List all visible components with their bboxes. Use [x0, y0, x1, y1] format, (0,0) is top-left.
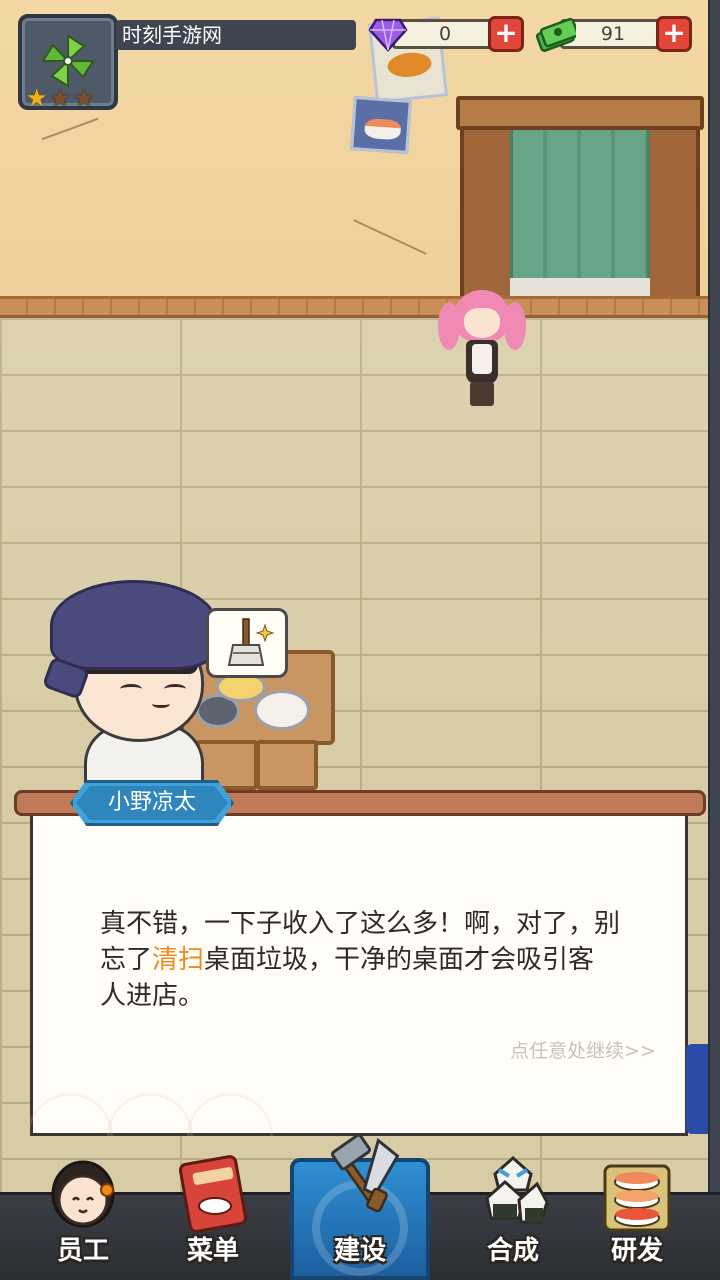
right-pillar [708, 0, 720, 1200]
nav-tab-combine[interactable]: 合成 [458, 1140, 568, 1280]
dialog-text-highlight: 清扫 [152, 945, 205, 975]
side-object [686, 1044, 708, 1134]
star-icon: ★ [73, 84, 95, 112]
rice-ball-merge-icon [485, 1155, 549, 1224]
chef-mouth [152, 700, 170, 708]
chef-eye-left [120, 684, 142, 694]
face [464, 308, 500, 338]
dirty-plate[interactable] [254, 690, 310, 730]
nav-tab-menu[interactable]: 菜单 [158, 1140, 268, 1280]
sushi-plate-icon [603, 1164, 671, 1232]
cash-stack-icon [536, 17, 576, 52]
clean-task-bubble[interactable] [206, 608, 288, 678]
nav-label: 合成 [486, 1236, 539, 1266]
star-icon: ★ [26, 84, 48, 112]
nav-tab-research[interactable]: 研发 [582, 1140, 692, 1280]
door-lintel [456, 96, 704, 130]
pinwheel-icon [41, 34, 95, 88]
nav-label: 菜单 [186, 1236, 239, 1266]
apron [472, 344, 492, 374]
wall-trim [0, 296, 720, 318]
continue-hint[interactable]: 点任意处继续>> [510, 1036, 656, 1063]
nav-tab-staff[interactable]: 员工 [28, 1140, 138, 1280]
hammer-saw-icon [331, 1134, 400, 1213]
speaker-name: 小野凉太 [76, 786, 228, 820]
add-gems-button[interactable]: + [488, 16, 524, 52]
sushi-poster [350, 96, 412, 154]
table-stool [256, 740, 318, 790]
staff-portrait-icon [51, 1160, 115, 1228]
waitress-character[interactable] [436, 282, 528, 412]
nav-label: 员工 [56, 1236, 109, 1266]
player-name: 时刻手游网 [116, 20, 356, 50]
nav-label: 研发 [610, 1236, 663, 1266]
dialog-wave-pattern [30, 1010, 290, 1136]
player-rating: ★ ★ ★ [26, 86, 110, 110]
legs [470, 382, 494, 406]
fish-icon [386, 50, 433, 80]
nav-label: 建设 [333, 1236, 386, 1266]
chef-eye-right [164, 684, 186, 694]
purple-gem-icon [368, 18, 408, 52]
star-icon: ★ [49, 84, 72, 112]
add-cash-button[interactable]: + [656, 16, 692, 52]
nav-tab-build[interactable]: 建设 [305, 1134, 415, 1280]
broom-sparkle-icon [227, 618, 275, 666]
sushi-icon [364, 117, 402, 141]
bottom-nav: 员工 菜单 建设 合成 研发 [0, 1134, 720, 1280]
chef-bandana [50, 580, 218, 670]
menu-book-icon [178, 1155, 248, 1233]
dialog-text: 真不错，一下子收入了这么多！啊，对了，别忘了清扫桌面垃圾，干净的桌面才会吸引客人… [100, 906, 620, 1014]
